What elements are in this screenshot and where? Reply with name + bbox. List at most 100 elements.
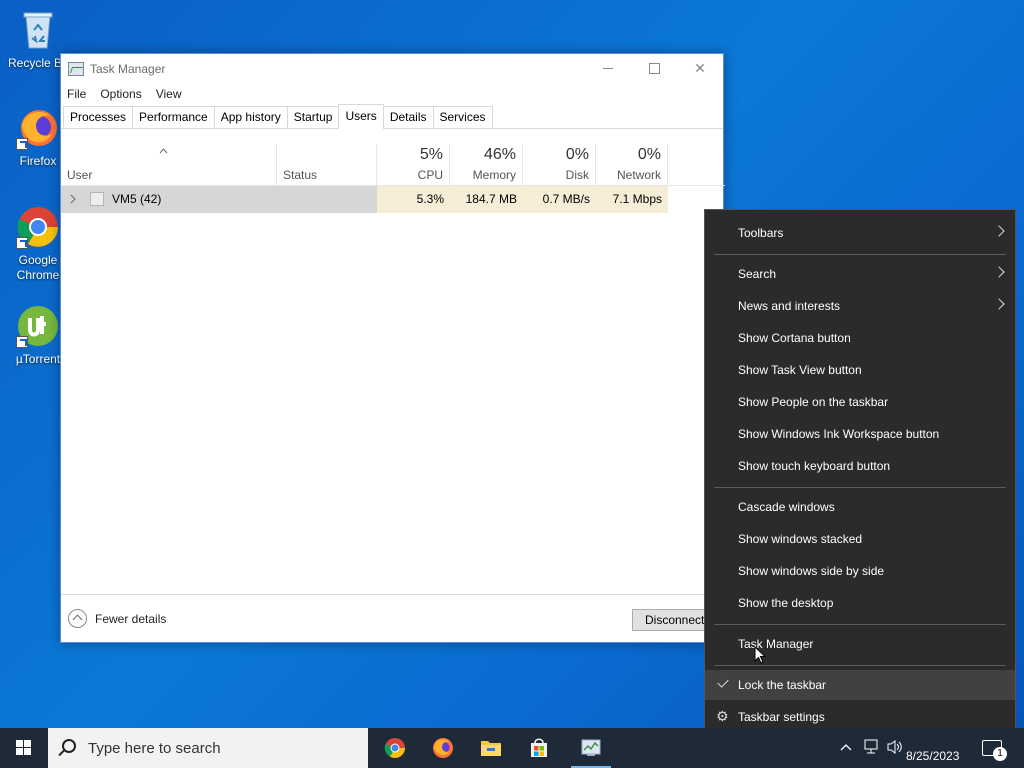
column-label: Disk (565, 168, 589, 182)
utorrent-icon (16, 304, 60, 348)
taskbar-app-firefox[interactable] (419, 728, 467, 768)
title-bar[interactable]: Task Manager ✕ (61, 54, 723, 83)
column-label: Network (616, 168, 661, 182)
column-header-network[interactable]: 0% Network (596, 144, 668, 185)
column-label: CPU (417, 168, 443, 182)
desktop-icon-recycle-bin[interactable]: Recycle Bin (8, 8, 71, 70)
disk-total-percent: 0% (565, 146, 589, 163)
task-manager-window: Task Manager ✕ File Options View Process… (60, 53, 725, 643)
desktop-icon-chrome[interactable]: Google Chrome (8, 205, 68, 283)
menu-item-show-ink-workspace[interactable]: Show Windows Ink Workspace button (705, 419, 1015, 449)
menu-item-label: Taskbar settings (738, 710, 825, 724)
menu-item-show-task-view[interactable]: Show Task View button (705, 355, 1015, 385)
taskbar-app-task-manager[interactable] (567, 728, 615, 768)
chevron-right-icon (993, 266, 1005, 278)
firefox-icon (16, 106, 60, 150)
notification-center-icon[interactable]: 1 (982, 740, 1007, 761)
column-header-status[interactable]: Status (277, 144, 377, 185)
start-button[interactable] (0, 728, 48, 768)
tab-app-history[interactable]: App history (213, 106, 288, 128)
recycle-bin-icon (16, 8, 60, 52)
minimize-button[interactable] (585, 54, 631, 83)
tab-strip: Processes Performance App history Startu… (61, 104, 723, 129)
column-header-memory[interactable]: 46% Memory (450, 144, 523, 185)
taskbar-search-box[interactable]: Type here to search (48, 728, 368, 768)
table-row[interactable]: VM5 (42) 5.3% 184.7 MB 0.7 MB/s 7.1 Mbps (61, 186, 668, 213)
cell-user: VM5 (42) (112, 192, 162, 206)
menu-item-label: Show Task View button (738, 363, 862, 377)
menu-item-label: News and interests (738, 299, 841, 313)
tab-services[interactable]: Services (432, 106, 493, 128)
chevron-right-icon (993, 225, 1005, 237)
taskbar: Type here to search 8/25/2023 1 (0, 728, 1024, 768)
menu-item-lock-taskbar[interactable]: Lock the taskbar (705, 670, 1015, 700)
menu-item-label: Show Cortana button (738, 331, 851, 345)
taskbar-app-file-explorer[interactable] (467, 728, 515, 768)
column-header-user[interactable]: User (61, 144, 277, 185)
menu-item-label: Show windows side by side (738, 564, 885, 578)
show-hidden-icons-chevron-icon[interactable] (840, 742, 852, 752)
search-placeholder: Type here to search (88, 740, 221, 757)
menu-item-show-people[interactable]: Show People on the taskbar (705, 387, 1015, 417)
menu-item-label: Show Windows Ink Workspace button (738, 427, 940, 441)
menu-bar: File Options View (61, 83, 723, 105)
microsoft-store-icon (531, 738, 547, 757)
shortcut-arrow-icon (16, 138, 28, 150)
tab-performance[interactable]: Performance (132, 106, 215, 128)
tab-details[interactable]: Details (382, 106, 434, 128)
tab-users[interactable]: Users (338, 104, 384, 129)
menu-item-label: Show People on the taskbar (738, 395, 889, 409)
desktop-icon-label: Google Chrome (16, 253, 60, 282)
tab-startup[interactable]: Startup (286, 106, 340, 128)
menu-separator (714, 487, 1006, 488)
sort-ascending-icon (159, 148, 168, 154)
menu-item-cascade-windows[interactable]: Cascade windows (705, 492, 1015, 522)
column-header-row: User Status 5% CPU 46% Memory 0% Disk 0%… (61, 144, 725, 186)
menu-view[interactable]: View (156, 87, 182, 101)
column-header-cpu[interactable]: 5% CPU (377, 144, 450, 185)
menu-item-windows-stacked[interactable]: Show windows stacked (705, 524, 1015, 554)
chrome-icon (16, 205, 60, 249)
column-header-disk[interactable]: 0% Disk (523, 144, 596, 185)
menu-item-task-manager[interactable]: Task Manager (705, 629, 1015, 659)
tab-processes[interactable]: Processes (63, 106, 134, 128)
firefox-icon (433, 738, 453, 758)
task-manager-icon (68, 61, 84, 76)
menu-item-show-desktop[interactable]: Show the desktop (705, 588, 1015, 618)
window-title: Task Manager (90, 61, 166, 76)
menu-item-windows-side-by-side[interactable]: Show windows side by side (705, 556, 1015, 586)
maximize-button[interactable] (631, 54, 677, 83)
menu-item-search[interactable]: Search (705, 259, 1015, 289)
menu-options[interactable]: Options (100, 87, 141, 101)
cpu-total-percent: 5% (419, 146, 443, 163)
taskbar-context-menu: Toolbars Search News and interests Show … (704, 209, 1016, 741)
collapse-chevron-icon (68, 609, 87, 628)
menu-item-label: Show windows stacked (738, 532, 863, 546)
fewer-details-label: Fewer details (95, 611, 167, 626)
menu-separator (714, 624, 1006, 625)
fewer-details-button[interactable]: Fewer details (68, 609, 166, 628)
network-icon[interactable] (862, 739, 880, 755)
taskbar-app-chrome[interactable] (371, 728, 419, 768)
menu-item-toolbars[interactable]: Toolbars (705, 218, 1015, 248)
desktop-icon-utorrent[interactable]: µTorrent (8, 304, 68, 366)
volume-icon[interactable] (886, 739, 904, 755)
menu-item-news-and-interests[interactable]: News and interests (705, 291, 1015, 321)
menu-item-label: Cascade windows (738, 500, 835, 514)
menu-item-label: Show the desktop (738, 596, 834, 610)
menu-separator (714, 254, 1006, 255)
taskbar-app-microsoft-store[interactable] (515, 728, 563, 768)
shortcut-arrow-icon (16, 336, 28, 348)
notification-count-badge: 1 (993, 747, 1007, 761)
taskbar-date[interactable]: 8/25/2023 (906, 749, 959, 763)
file-explorer-icon (481, 741, 501, 756)
menu-file[interactable]: File (67, 87, 86, 101)
cell-memory: 184.7 MB (450, 186, 523, 213)
menu-item-label: Search (738, 267, 777, 281)
desktop-icon-label: Firefox (19, 154, 57, 168)
expand-chevron-icon[interactable] (69, 194, 77, 204)
menu-item-show-touch-keyboard[interactable]: Show touch keyboard button (705, 451, 1015, 481)
menu-item-show-cortana[interactable]: Show Cortana button (705, 323, 1015, 353)
close-button[interactable]: ✕ (677, 54, 723, 83)
desktop-icon-firefox[interactable]: Firefox (8, 106, 68, 168)
